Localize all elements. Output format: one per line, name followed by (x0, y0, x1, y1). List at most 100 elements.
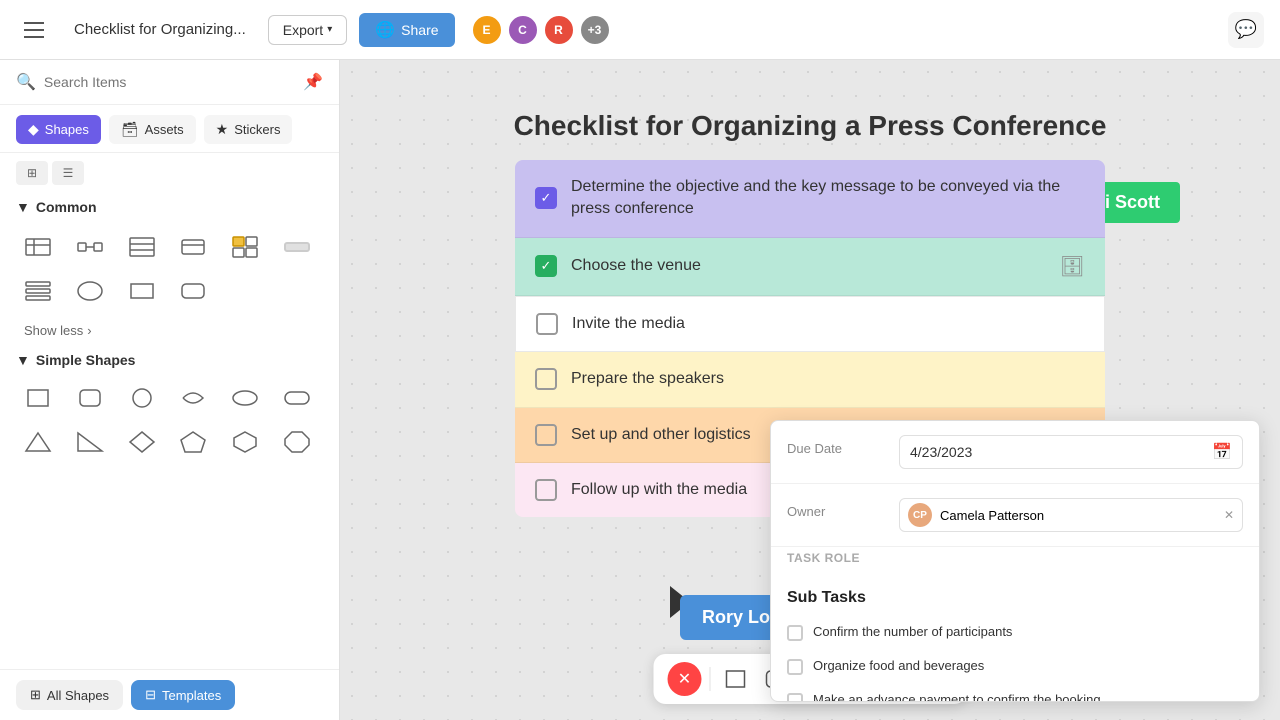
tab-assets-label: Assets (145, 122, 184, 137)
checklist-text-3: Invite the media (572, 313, 685, 335)
common-shapes-grid (8, 223, 331, 315)
shape-connector[interactable] (68, 227, 112, 267)
subtask-checkbox-1[interactable] (787, 625, 803, 641)
avatar[interactable]: E (471, 14, 503, 46)
section-common-header[interactable]: ▼ Common (8, 189, 331, 223)
checklist-item-4: Prepare the speakers (515, 352, 1105, 407)
templates-button[interactable]: ⊟ Templates (131, 680, 235, 710)
calendar-icon[interactable]: 📅 (1212, 442, 1232, 462)
task-panel-scroll[interactable]: Due Date 4/23/2023 📅 Owner CP Cam (771, 421, 1259, 701)
checkbox-4[interactable] (535, 368, 557, 390)
list-view-button[interactable]: ☰ (52, 161, 84, 185)
chevron-up-icon: › (87, 323, 91, 338)
search-input[interactable] (44, 74, 295, 90)
database-icon[interactable]: 🗄 (1060, 254, 1085, 279)
doc-title: Checklist for Organizing... (64, 15, 256, 44)
subtask-checkbox-2[interactable] (787, 659, 803, 675)
shape-oval[interactable] (223, 378, 267, 418)
checklist-text-5: Set up and other logistics (571, 424, 751, 446)
section-simple-arrow: ▼ (16, 352, 30, 368)
avatar[interactable]: C (507, 14, 539, 46)
checklist-text-4: Prepare the speakers (571, 368, 724, 390)
close-tool-button[interactable]: ✕ (668, 662, 702, 696)
checkbox-1[interactable]: ✓ (535, 187, 557, 209)
pin-icon[interactable]: 📌 (303, 72, 323, 92)
shape-list[interactable] (120, 227, 164, 267)
checkbox-3[interactable] (536, 313, 558, 335)
shape-colored-grid[interactable] (223, 227, 267, 267)
shape-rows[interactable] (16, 271, 60, 311)
topbar-right: 💬 (1228, 12, 1264, 48)
share-button[interactable]: 🌐 Share (359, 13, 454, 47)
tab-assets[interactable]: 🗃 Assets (109, 115, 196, 144)
shape-hexagon[interactable] (223, 422, 267, 462)
shape-card[interactable] (171, 227, 215, 267)
shape-stadium[interactable] (275, 378, 319, 418)
tab-shapes[interactable]: ◆ Shapes (16, 115, 101, 144)
export-button[interactable]: Export ▾ (268, 15, 348, 45)
checklist-text-1: Determine the objective and the key mess… (571, 176, 1085, 221)
shape-octagon[interactable] (275, 422, 319, 462)
search-bar: 🔍 📌 (0, 60, 339, 105)
subtask-text-3: Make an advance payment to confirm the b… (813, 691, 1101, 701)
remove-owner-button[interactable]: ✕ (1224, 508, 1234, 522)
checkbox-6[interactable] (535, 479, 557, 501)
tab-stickers-label: Stickers (234, 122, 280, 137)
show-less-label: Show less (24, 323, 83, 338)
view-toggle: ⊞ ☰ (0, 153, 339, 189)
subtask-2: Organize food and beverages (771, 649, 1259, 683)
shape-circle[interactable] (120, 378, 164, 418)
collaborator-avatars: E C R +3 (471, 14, 611, 46)
avatar-overflow[interactable]: +3 (579, 14, 611, 46)
show-less-button[interactable]: Show less › (8, 315, 331, 346)
owner-name: Camela Patterson (940, 508, 1044, 523)
shape-round-square[interactable] (68, 378, 112, 418)
shape-triangle[interactable] (16, 422, 60, 462)
toolbar-divider (710, 667, 711, 691)
shape-square[interactable] (16, 378, 60, 418)
rectangle-tool-button[interactable] (719, 662, 753, 696)
owner-value: CP Camela Patterson ✕ (899, 498, 1243, 532)
checkbox-2[interactable]: ✓ (535, 255, 557, 277)
simple-shapes-grid (8, 374, 331, 470)
sidebar-bottom-tabs: ⊞ All Shapes ⊟ Templates (0, 669, 339, 720)
shape-ellipse[interactable] (68, 271, 112, 311)
tab-stickers[interactable]: ★ Stickers (204, 115, 293, 144)
export-label: Export (283, 22, 323, 38)
date-field[interactable]: 4/23/2023 📅 (899, 435, 1243, 469)
subtask-1: Confirm the number of participants (771, 615, 1259, 649)
tab-shapes-label: Shapes (45, 122, 89, 137)
shape-table[interactable] (16, 227, 60, 267)
subtasks-header: Sub Tasks (771, 575, 1259, 615)
share-label: Share (401, 22, 438, 38)
section-simple-shapes-header[interactable]: ▼ Simple Shapes (8, 346, 331, 374)
checklist-item-2: ✓ Choose the venue 🗄 (515, 238, 1105, 296)
shape-divider[interactable] (275, 227, 319, 267)
comment-button[interactable]: 💬 (1228, 12, 1264, 48)
canvas[interactable]: Checklist for Organizing a Press Confere… (340, 60, 1280, 720)
due-date-label: Due Date (787, 435, 887, 456)
menu-button[interactable] (16, 12, 52, 48)
all-shapes-button[interactable]: ⊞ All Shapes (16, 680, 123, 710)
owner-field[interactable]: CP Camela Patterson ✕ (899, 498, 1243, 532)
subtask-text-2: Organize food and beverages (813, 657, 984, 675)
all-shapes-icon: ⊞ (30, 687, 41, 703)
avatar[interactable]: R (543, 14, 575, 46)
subtask-checkbox-3[interactable] (787, 693, 803, 701)
task-role-label: TASK ROLE (787, 551, 860, 565)
checklist-text-6: Follow up with the media (571, 479, 747, 501)
search-icon: 🔍 (16, 72, 36, 92)
assets-icon: 🗃 (121, 121, 139, 138)
checkbox-5[interactable] (535, 424, 557, 446)
shapes-icon: ◆ (28, 121, 39, 138)
grid-view-button[interactable]: ⊞ (16, 161, 48, 185)
shape-rect[interactable] (120, 271, 164, 311)
shape-diamond[interactable] (120, 422, 164, 462)
templates-label: Templates (162, 688, 221, 703)
shape-arc[interactable] (171, 378, 215, 418)
shape-right-triangle[interactable] (68, 422, 112, 462)
shape-rounded-rect2[interactable] (171, 271, 215, 311)
shape-pentagon[interactable] (171, 422, 215, 462)
topbar: Checklist for Organizing... Export ▾ 🌐 S… (0, 0, 1280, 60)
all-shapes-label: All Shapes (47, 688, 109, 703)
